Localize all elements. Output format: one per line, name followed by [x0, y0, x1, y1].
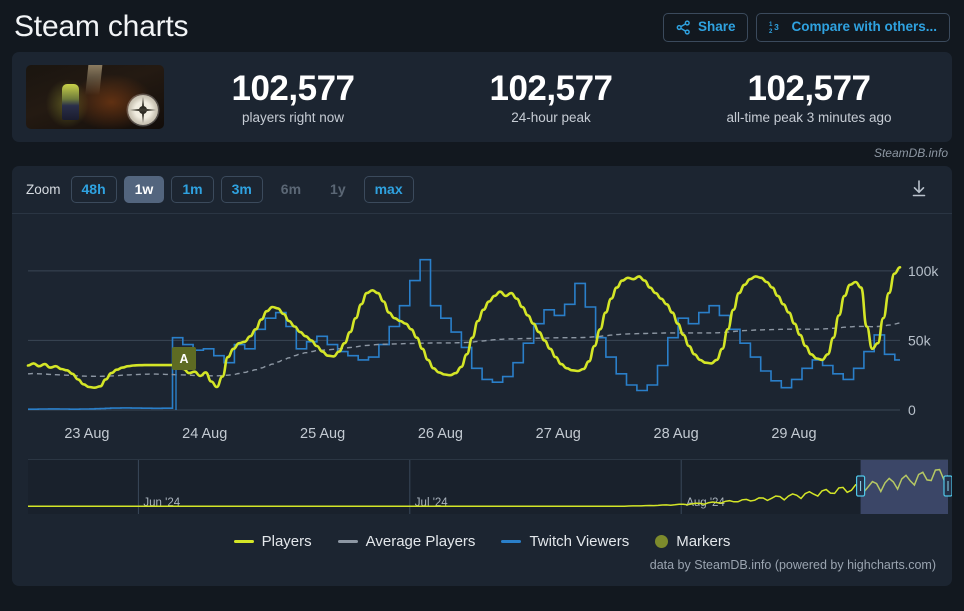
range-button-1w[interactable]: 1w: [123, 175, 165, 204]
range-button-48h[interactable]: 48h: [70, 175, 117, 204]
stat-value: 102,577: [231, 68, 355, 108]
y-axis-tick-label: 50k: [908, 332, 932, 348]
navigator-selection-window[interactable]: [860, 460, 948, 514]
stat-value: 102,577: [747, 68, 871, 108]
page-header: Steam charts Share 1 2 3 Compare with ot…: [0, 0, 964, 52]
header-actions: Share 1 2 3 Compare with others...: [662, 12, 950, 42]
x-axis-tick-label: 23 Aug: [64, 426, 109, 442]
x-axis-tick-label: 26 Aug: [418, 426, 463, 442]
legend-label: Players: [261, 533, 312, 550]
x-axis-tick-label: 24 Aug: [182, 426, 227, 442]
series-average-players: [27, 322, 901, 377]
x-axis-tick-label: 29 Aug: [771, 426, 816, 442]
chart-svg[interactable]: 0 50k 100k 23 Aug 24 Aug 25 Aug 26 Aug 27 Aug 28…: [12, 214, 952, 586]
svg-text:2: 2: [769, 28, 773, 35]
legend-marker-dot: [655, 535, 669, 548]
game-thumbnail[interactable]: [26, 65, 164, 129]
legend-item-average-players[interactable]: Average Players: [337, 533, 476, 550]
compare-button-label: Compare with others...: [791, 19, 937, 35]
range-button-3m[interactable]: 3m: [220, 175, 263, 204]
share-icon: [676, 19, 691, 35]
stat-value: 102,577: [489, 68, 613, 108]
marker-flag-label: A: [179, 352, 188, 366]
svg-text:3: 3: [775, 21, 780, 31]
legend-marker-line: [501, 540, 522, 543]
y-axis-tick-label: 100k: [908, 263, 939, 279]
stat-label: players right now: [241, 110, 345, 126]
chart-legend: Players Average Players Twitch Viewers Mark…: [12, 533, 952, 550]
share-button[interactable]: Share: [662, 12, 749, 42]
range-button-6m: 6m: [270, 176, 312, 204]
x-axis-tick-label: 25 Aug: [300, 426, 345, 442]
numbered-list-icon: 1 2 3: [769, 20, 784, 35]
plot-area[interactable]: 0 50k 100k 23 Aug 24 Aug 25 Aug 26 Aug 27 Aug 28…: [12, 214, 952, 586]
series-players: [26, 266, 902, 389]
chart-credit: data by SteamDB.info (powered by highcha…: [649, 558, 936, 572]
stat-label: all-time peak 3 minutes ago: [726, 110, 892, 126]
legend-label: Average Players: [365, 533, 476, 550]
navigator-tick-label: Jul '24: [415, 497, 448, 509]
legend-label: Twitch Viewers: [529, 533, 630, 550]
range-button-1m[interactable]: 1m: [171, 175, 214, 204]
legend-item-markers[interactable]: Markers: [655, 533, 730, 550]
download-icon: [908, 179, 930, 203]
zoom-label: Zoom: [26, 182, 61, 197]
legend-marker-line: [337, 540, 358, 543]
stat-all-time-peak: 102,577 all-time peak 3 minutes ago: [680, 69, 938, 126]
chart-card: Zoom 48h 1w 1m 3m 6m 1y max 0 50k 100k 23 Aug 24 A…: [12, 166, 952, 586]
y-axis-tick-label: 0: [908, 402, 916, 418]
stats-panel: 102,577 players right now 102,577 24-hou…: [12, 52, 952, 142]
download-button[interactable]: [906, 177, 932, 203]
page-title: Steam charts: [14, 10, 189, 43]
legend-item-twitch-viewers[interactable]: Twitch Viewers: [501, 533, 629, 550]
range-button-max[interactable]: max: [363, 175, 414, 204]
thumbnail-character: [61, 84, 79, 121]
svg-text:1: 1: [769, 21, 773, 28]
legend-marker-line: [233, 540, 254, 543]
stat-24-hour-peak: 102,577 24-hour peak: [422, 69, 680, 126]
x-axis-tick-label: 27 Aug: [536, 426, 581, 442]
steamdb-attribution: SteamDB.info: [873, 146, 948, 160]
range-button-1y: 1y: [319, 176, 357, 204]
stat-players-right-now: 102,577 players right now: [164, 69, 422, 126]
zoom-range-selector: Zoom 48h 1w 1m 3m 6m 1y max: [12, 166, 952, 214]
share-button-label: Share: [697, 19, 736, 35]
stat-label: 24-hour peak: [511, 110, 591, 126]
compass-rose-logo: [128, 95, 158, 125]
legend-label: Markers: [676, 533, 731, 550]
compare-with-others-button[interactable]: 1 2 3 Compare with others...: [756, 12, 950, 42]
legend-item-players[interactable]: Players: [233, 533, 312, 550]
range-button-group: 48h 1w 1m 3m 6m 1y max: [70, 175, 421, 204]
x-axis-tick-label: 28 Aug: [654, 426, 699, 442]
navigator-tick-label: Jun '24: [143, 497, 180, 509]
thumbnail-light-beam: [84, 65, 103, 95]
